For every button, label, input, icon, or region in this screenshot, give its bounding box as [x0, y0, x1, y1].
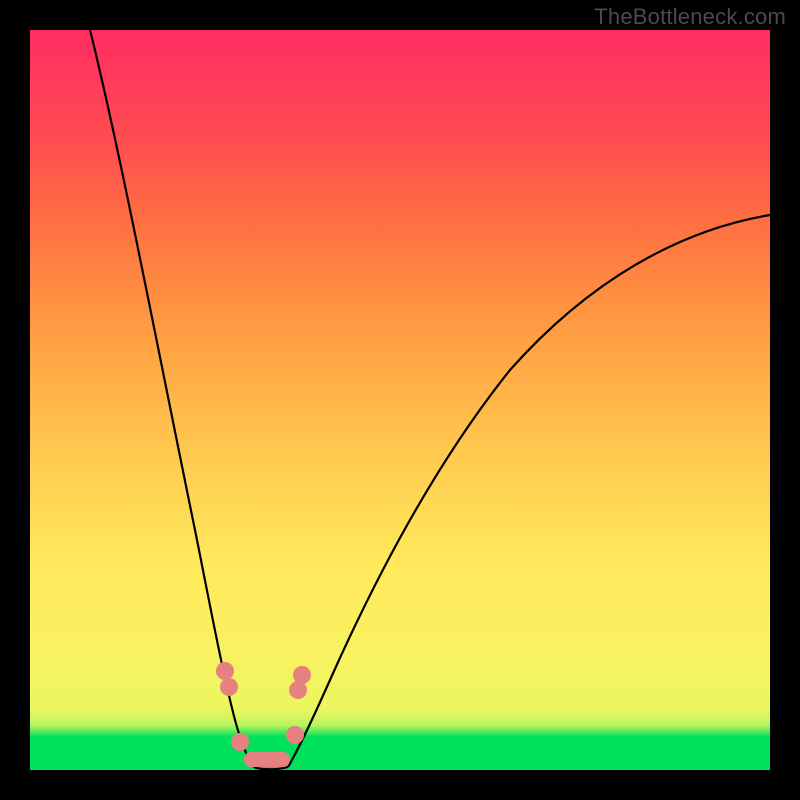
right-branch-curve: [288, 215, 770, 767]
left-branch-curve: [90, 30, 254, 767]
marker-dot: [220, 678, 238, 696]
chart-frame: TheBottleneck.com: [0, 0, 800, 800]
marker-dot: [286, 726, 304, 744]
marker-dot: [216, 662, 234, 680]
marker-dot: [231, 733, 249, 751]
valley-curve: [254, 767, 288, 769]
curves-svg: [30, 30, 770, 770]
watermark-text: TheBottleneck.com: [594, 4, 786, 30]
marker-dot: [293, 666, 311, 684]
valley-band: [244, 752, 290, 767]
